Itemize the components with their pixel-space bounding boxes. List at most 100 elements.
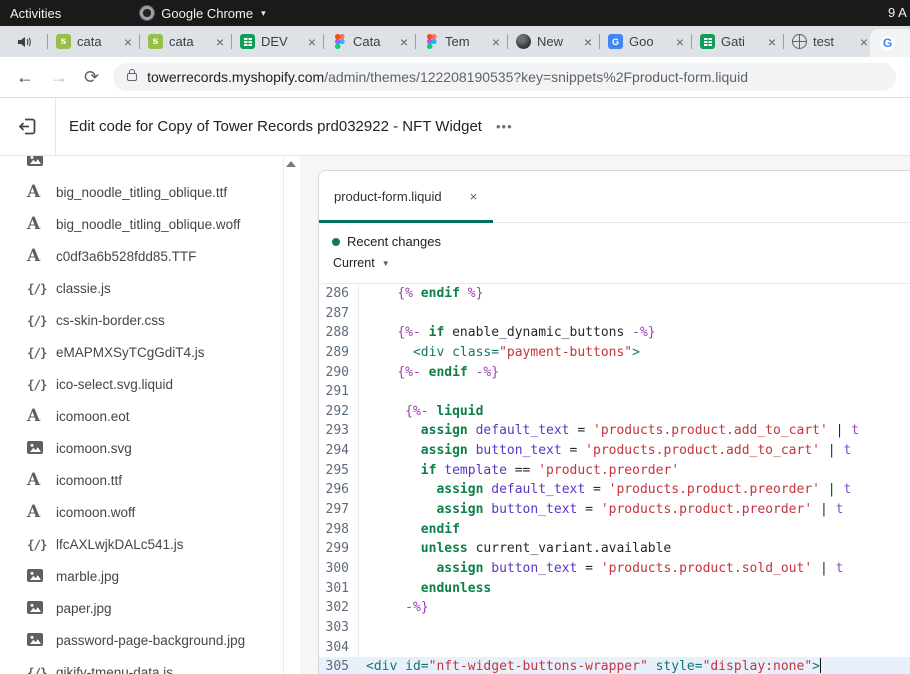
file-list-item[interactable]: Abig_noodle_titling_oblique.woff [0, 208, 282, 240]
browser-tab-partial[interactable]: G [870, 29, 910, 57]
code-line[interactable]: 298 endif [319, 520, 910, 540]
line-source: if template == 'product.preorder' [359, 461, 910, 481]
file-list-item[interactable]: Ac0df3a6b528fdd85.TTF [0, 240, 282, 272]
page-title: Edit code for Copy of Tower Records prd0… [69, 118, 482, 135]
code-line[interactable]: 302 -%} [319, 598, 910, 618]
font-file-icon: A [27, 406, 49, 426]
file-name: big_noodle_titling_oblique.ttf [56, 185, 227, 200]
code-editor-panel: product-form.liquid × Recent changes Cur… [318, 170, 910, 674]
code-line[interactable]: 294 assign button_text = 'products.produ… [319, 441, 910, 461]
line-number: 290 [319, 363, 359, 383]
browser-tab[interactable]: scata× [139, 26, 231, 57]
close-icon[interactable]: × [676, 35, 684, 49]
file-name: lfcAXLwjkDALc541.js [56, 537, 184, 552]
file-list-item[interactable]: {/}lfcAXLwjkDALc541.js [0, 528, 282, 560]
line-number: 289 [319, 343, 359, 363]
close-icon[interactable]: × [768, 35, 776, 49]
code-line[interactable]: 295 if template == 'product.preorder' [319, 461, 910, 481]
browser-tab[interactable]: Cata× [323, 26, 415, 57]
file-list-item[interactable]: password-page-background.jpg [0, 624, 282, 656]
version-selected: Current [333, 256, 375, 270]
code-line[interactable]: 300 assign button_text = 'products.produ… [319, 559, 910, 579]
code-line[interactable]: 288 {%- if enable_dynamic_buttons -%} [319, 323, 910, 343]
back-button[interactable]: ← [16, 67, 34, 88]
browser-tab[interactable]: Gati× [691, 26, 783, 57]
file-list-item[interactable]: Aicomoon.ttf [0, 464, 282, 496]
file-list: Abig_noodle_titling_oblique.ttfAbig_nood… [0, 156, 282, 674]
line-source: assign button_text = 'products.product.a… [359, 441, 910, 461]
tab-audio-control[interactable] [0, 26, 47, 57]
code-line[interactable]: 296 assign default_text = 'products.prod… [319, 480, 910, 500]
file-list-item[interactable]: Aicomoon.woff [0, 496, 282, 528]
code-line[interactable]: 291 [319, 382, 910, 402]
code-line[interactable]: 297 assign button_text = 'products.produ… [319, 500, 910, 520]
line-number: 291 [319, 382, 359, 402]
line-source: -%} [359, 598, 910, 618]
recent-changes-label: Recent changes [347, 234, 441, 249]
file-list-item-partial[interactable] [0, 156, 282, 176]
address-bar[interactable]: towerrecords.myshopify.com /admin/themes… [113, 63, 896, 91]
activities-button[interactable]: Activities [10, 6, 61, 21]
browser-tab[interactable]: test× [783, 26, 870, 57]
file-list-item[interactable]: Abig_noodle_titling_oblique.ttf [0, 176, 282, 208]
close-icon[interactable]: × [470, 189, 478, 204]
code-line[interactable]: 286 {% endif %} [319, 284, 910, 304]
file-list-item[interactable]: {/}ico-select.svg.liquid [0, 368, 282, 400]
code-line[interactable]: 304 [319, 638, 910, 658]
code-line[interactable]: 305<div id="nft-widget-buttons-wrapper" … [319, 657, 910, 674]
version-dropdown[interactable]: Current ▼ [333, 256, 910, 270]
code-line[interactable]: 299 unless current_variant.available [319, 539, 910, 559]
close-icon[interactable]: × [308, 35, 316, 49]
editor-tab-product-form[interactable]: product-form.liquid × [319, 171, 499, 222]
file-list-item[interactable]: {/}cs-skin-border.css [0, 304, 282, 336]
file-list-item[interactable]: paper.jpg [0, 592, 282, 624]
lock-icon[interactable] [127, 73, 137, 81]
line-number: 303 [319, 618, 359, 638]
code-line[interactable]: 303 [319, 618, 910, 638]
line-number: 294 [319, 441, 359, 461]
browser-tab[interactable]: scata× [47, 26, 139, 57]
browser-tab[interactable]: New× [507, 26, 599, 57]
file-list-item[interactable]: Aicomoon.eot [0, 400, 282, 432]
browser-tab[interactable]: GGoo× [599, 26, 691, 57]
code-area[interactable]: 286 {% endif %}287288 {%- if enable_dyna… [319, 284, 910, 674]
unsaved-changes-dot-icon [332, 238, 340, 246]
file-list-item[interactable]: icomoon.svg [0, 432, 282, 464]
code-line[interactable]: 293 assign default_text = 'products.prod… [319, 421, 910, 441]
file-list-item[interactable]: {/}qikify-tmenu-data.js [0, 656, 282, 674]
file-list-item[interactable]: {/}classie.js [0, 272, 282, 304]
line-number: 299 [319, 539, 359, 559]
exit-code-editor-button[interactable] [0, 98, 56, 155]
code-line[interactable]: 290 {%- endif -%} [319, 363, 910, 383]
line-number: 304 [319, 638, 359, 658]
code-line[interactable]: 301 endunless [319, 579, 910, 599]
close-icon[interactable]: × [216, 35, 224, 49]
code-line[interactable]: 287 [319, 304, 910, 324]
browser-tab[interactable]: DEV× [231, 26, 323, 57]
line-number: 297 [319, 500, 359, 520]
file-list-item[interactable]: {/}eMAPMXSyTCgGdiT4.js [0, 336, 282, 368]
forward-button[interactable]: → [50, 67, 68, 88]
code-line[interactable]: 289 <div class="payment-buttons"> [319, 343, 910, 363]
browser-tab[interactable]: Tem× [415, 26, 507, 57]
sidebar-scrollbar[interactable] [283, 156, 300, 674]
url-domain: towerrecords.myshopify.com [147, 69, 324, 85]
code-line[interactable]: 292 {%- liquid [319, 402, 910, 422]
browser-toolbar: ← → ⟳ towerrecords.myshopify.com /admin/… [0, 57, 910, 98]
image-file-icon [27, 569, 49, 583]
file-list-item[interactable]: marble.jpg [0, 560, 282, 592]
system-clock[interactable]: 9 A [888, 5, 910, 20]
close-icon[interactable]: × [400, 35, 408, 49]
close-icon[interactable]: × [492, 35, 500, 49]
close-icon[interactable]: × [124, 35, 132, 49]
line-number: 296 [319, 480, 359, 500]
scroll-up-arrow-icon[interactable] [286, 161, 296, 167]
line-source: assign default_text = 'products.product.… [359, 480, 910, 500]
close-icon[interactable]: × [584, 35, 592, 49]
more-actions-button[interactable]: ••• [496, 119, 513, 134]
line-source: endif [359, 520, 910, 540]
close-icon[interactable]: × [860, 35, 868, 49]
app-menu[interactable]: Google Chrome ▾ [139, 5, 265, 21]
reload-button[interactable]: ⟳ [84, 67, 99, 88]
image-file-icon [27, 441, 49, 455]
